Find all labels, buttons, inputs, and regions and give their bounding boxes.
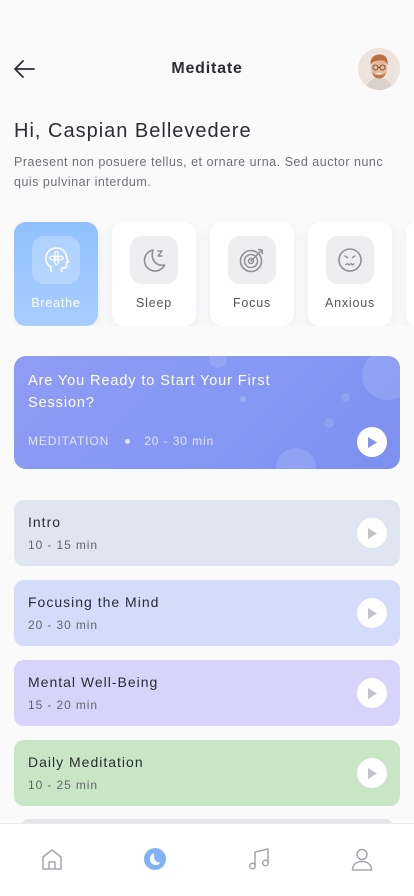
- play-icon: [368, 436, 377, 448]
- decorative-bubble: [324, 418, 334, 428]
- decorative-bubble: [362, 356, 400, 400]
- session-mental-well-being[interactable]: Mental Well-Being 15 - 20 min: [14, 660, 400, 726]
- session-title: Mental Well-Being: [28, 674, 159, 690]
- category-list: Breathe Sleep Focus Anxious: [14, 222, 414, 326]
- separator-dot: [125, 438, 131, 444]
- session-duration: 20 - 30 min: [28, 618, 98, 632]
- music-note-icon: [248, 848, 270, 870]
- session-play-button[interactable]: [357, 758, 387, 788]
- session-duration: 10 - 15 min: [28, 538, 98, 552]
- session-title: Focusing the Mind: [28, 594, 160, 610]
- tab-home[interactable]: [37, 844, 67, 874]
- session-play-button[interactable]: [357, 518, 387, 548]
- hero-title: Are You Ready to Start Your First Sessio…: [28, 373, 271, 411]
- category-sleep[interactable]: Sleep: [112, 222, 196, 326]
- play-icon: [368, 607, 377, 619]
- head-flower-icon: [45, 247, 70, 272]
- avatar[interactable]: [358, 48, 400, 90]
- category-label: Anxious: [324, 296, 376, 310]
- user-avatar: [358, 48, 400, 90]
- moon-icon: [144, 848, 166, 870]
- session-play-button[interactable]: [357, 598, 387, 628]
- hero-duration: 20 - 30 min: [144, 434, 215, 448]
- page-title: Meditate: [171, 60, 243, 77]
- first-session-card[interactable]: Are You Ready to Start Your First Sessio…: [14, 356, 400, 469]
- category-next[interactable]: [406, 222, 414, 326]
- bottom-tab-bar: [0, 823, 414, 896]
- session-daily-meditation[interactable]: Daily Meditation 10 - 25 min: [14, 740, 400, 806]
- hero-tag: MEDITATION: [28, 434, 110, 448]
- category-label: Sleep: [136, 296, 172, 310]
- category-anxious[interactable]: Anxious: [308, 222, 392, 326]
- session-title: Intro: [28, 514, 62, 530]
- session-duration: 10 - 25 min: [28, 778, 98, 792]
- tab-profile[interactable]: [347, 844, 377, 874]
- profile-icon: [351, 848, 373, 871]
- session-play-button[interactable]: [357, 678, 387, 708]
- tab-meditate[interactable]: [140, 844, 170, 874]
- session-intro[interactable]: Intro 10 - 15 min: [14, 500, 400, 566]
- tab-music[interactable]: [244, 844, 274, 874]
- category-label: Focus: [232, 296, 272, 310]
- play-icon: [368, 687, 377, 699]
- target-icon: [239, 248, 264, 273]
- category-breathe[interactable]: Breathe: [14, 222, 98, 326]
- hero-play-button[interactable]: [357, 427, 387, 457]
- session-focusing-the-mind[interactable]: Focusing the Mind 20 - 30 min: [14, 580, 400, 646]
- top-bar: Meditate: [0, 44, 414, 94]
- play-icon: [368, 767, 377, 779]
- greeting-subtitle: Praesent non posuere tellus, et ornare u…: [14, 155, 384, 189]
- session-duration: 15 - 20 min: [28, 698, 98, 712]
- decorative-bubble: [209, 356, 227, 368]
- category-focus[interactable]: Focus: [210, 222, 294, 326]
- hero-meta: MEDITATION 20 - 30 min: [28, 434, 214, 448]
- greeting-heading: Hi, Caspian Bellevedere: [14, 120, 252, 142]
- decorative-bubble: [341, 393, 350, 402]
- play-icon: [368, 527, 377, 539]
- session-title: Daily Meditation: [28, 754, 144, 770]
- frown-face-icon: [338, 248, 362, 272]
- home-icon: [42, 849, 62, 870]
- moon-icon: [143, 249, 166, 272]
- category-label: Breathe: [31, 296, 81, 310]
- decorative-bubble: [276, 448, 316, 469]
